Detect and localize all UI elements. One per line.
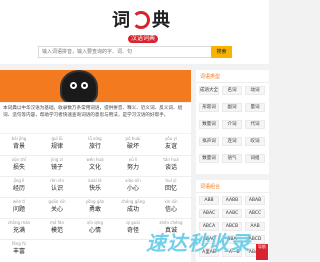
side-panel-title: 词语组合 <box>200 184 221 190</box>
logo-swirl-icon <box>132 11 150 29</box>
tag-link[interactable]: 形容词 <box>199 103 219 112</box>
logo-char-left: 词 <box>112 10 130 31</box>
side-panel-title: 词语类型 <box>200 74 221 80</box>
word-item[interactable]: pò huài 破坏 <box>114 134 152 155</box>
word-item[interactable]: yǒu yì 友谊 <box>152 134 190 155</box>
word-text: 心情 <box>88 227 101 234</box>
word-item[interactable]: kuài lè 快乐 <box>76 176 114 197</box>
divider <box>196 82 269 83</box>
tag-link[interactable]: ABB <box>199 196 219 205</box>
tag-link[interactable]: 数量词 <box>199 120 219 129</box>
word-item[interactable]: nǔ lì 努力 <box>114 155 152 176</box>
tag-link[interactable]: 代词 <box>245 120 265 129</box>
tag-link[interactable]: 拟声词 <box>199 137 219 146</box>
word-item[interactable]: guān xīn 关心 <box>38 197 76 218</box>
word-item[interactable]: xiǎo xīn 小心 <box>114 176 152 197</box>
tag-link[interactable]: 语气 <box>222 154 242 163</box>
word-text: 损失 <box>12 164 25 171</box>
site-logo[interactable]: 词 典 汉语词典 <box>104 8 174 43</box>
side-panel-types: 词语类型 成语大全 名词 动词 形容词 副词 量词 数量词 介词 代词 拟声词 连词 叹词 数量词 语气词… <box>196 70 269 174</box>
watermark-tag: 导航 <box>256 244 268 260</box>
word-text: 破坏 <box>126 143 139 150</box>
tag-link[interactable]: 量词 <box>245 103 265 112</box>
word-text: 规律 <box>50 143 63 150</box>
divider <box>0 155 191 156</box>
word-text: 友谊 <box>164 143 177 150</box>
word-item[interactable]: tán huà 谈话 <box>152 155 190 176</box>
word-item[interactable]: chōng mǎn 充满 <box>0 218 38 239</box>
word-item[interactable]: jīng lì 经历 <box>0 176 38 197</box>
word-item[interactable]: wèn tí 问题 <box>0 197 38 218</box>
word-text: 谈话 <box>164 164 177 171</box>
word-text: 镜子 <box>50 164 63 171</box>
word-text: 问题 <box>12 206 25 213</box>
tag-link[interactable]: 连词 <box>222 137 242 146</box>
word-text: 认识 <box>50 185 63 192</box>
divider <box>196 192 269 193</box>
furry-monster-illustration <box>62 72 96 102</box>
tag-link[interactable]: 数量词 <box>199 154 219 163</box>
word-item[interactable]: wén huà 文化 <box>76 155 114 176</box>
word-text: 回忆 <box>164 185 177 192</box>
word-text: 成功 <box>126 206 139 213</box>
word-item[interactable]: lǚ xíng 旅行 <box>76 134 114 155</box>
word-item[interactable]: xīn qíng 心情 <box>76 218 114 239</box>
word-text: 背景 <box>12 143 25 150</box>
word-item[interactable]: huí yì 回忆 <box>152 176 190 197</box>
tag-link[interactable]: ABAB <box>245 196 265 205</box>
word-item[interactable]: rèn shi 认识 <box>38 176 76 197</box>
left-eye <box>70 82 77 89</box>
word-text: 丰富 <box>12 248 25 255</box>
word-item[interactable]: mó fàn 模范 <box>38 218 76 239</box>
tag-link[interactable]: 介词 <box>222 120 242 129</box>
intro-text: 本词典以中华汉语为基础，收录数万条常用词语，提供拼音、释义、近义词、反义词、组词… <box>0 103 191 133</box>
tag-link[interactable]: ABAC <box>199 209 219 218</box>
divider <box>0 176 191 177</box>
banner-image <box>0 70 191 102</box>
word-text: 充满 <box>12 227 25 234</box>
search-button[interactable]: 搜索 <box>211 46 232 58</box>
tag-link[interactable]: 词组 <box>245 154 265 163</box>
word-text: 文化 <box>88 164 101 171</box>
word-text: 信心 <box>164 206 177 213</box>
logo-badge: 汉语词典 <box>128 35 158 43</box>
search-bar: 搜索 <box>38 46 232 58</box>
word-text: 经历 <box>12 185 25 192</box>
search-input[interactable] <box>39 47 211 57</box>
word-text: 小心 <box>126 185 139 192</box>
word-item[interactable]: sǔn shī 损失 <box>0 155 38 176</box>
tag-link[interactable]: AABB <box>222 196 242 205</box>
tag-link[interactable]: 动词 <box>245 86 265 95</box>
word-item[interactable]: bèi jǐng 背景 <box>0 134 38 155</box>
watermark: 速达秒收录 导航 <box>146 226 269 262</box>
tag-link[interactable]: 成语大全 <box>199 86 219 95</box>
word-item[interactable]: jìng zi 镜子 <box>38 155 76 176</box>
watermark-text: 速达秒收录 <box>146 231 251 255</box>
word-text: 关心 <box>50 206 63 213</box>
tag-link[interactable]: 叹词 <box>245 137 265 146</box>
word-text: 勇敢 <box>88 206 101 213</box>
site-header: 词 典 汉语词典 搜索 <box>0 0 269 64</box>
word-text: 快乐 <box>88 185 101 192</box>
divider <box>0 218 191 219</box>
word-item[interactable]: guī lǜ 规律 <box>38 134 76 155</box>
word-item[interactable]: fēng fù 丰富 <box>0 239 38 260</box>
tag-link[interactable]: AABC <box>222 209 242 218</box>
word-item[interactable]: yǒng gǎn 勇敢 <box>76 197 114 218</box>
word-text: 模范 <box>50 227 63 234</box>
tag-link[interactable]: 副词 <box>222 103 242 112</box>
word-item[interactable]: xìn xīn 信心 <box>152 197 190 218</box>
logo-char-right: 典 <box>152 10 170 31</box>
tag-link[interactable]: 名词 <box>222 86 242 95</box>
tag-link[interactable]: ABCC <box>245 209 265 218</box>
divider <box>0 197 191 198</box>
word-item[interactable]: chéng gōng 成功 <box>114 197 152 218</box>
word-text: 旅行 <box>88 143 101 150</box>
right-eye <box>81 82 88 89</box>
word-text: 努力 <box>126 164 139 171</box>
